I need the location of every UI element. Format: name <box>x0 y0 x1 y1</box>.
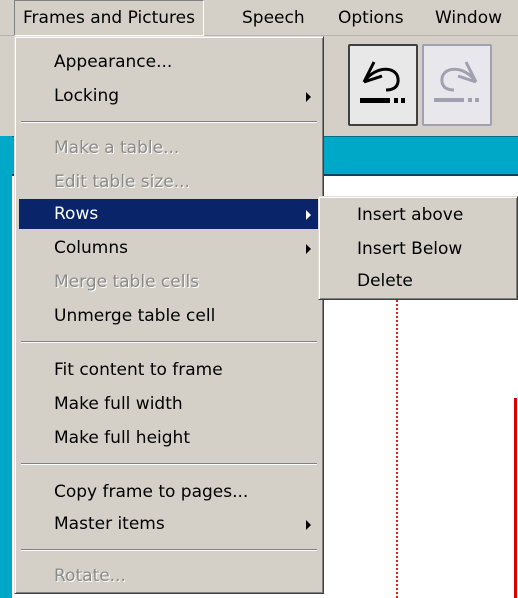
menu-window[interactable]: Window <box>427 0 510 36</box>
menu-separator <box>21 121 317 123</box>
frame-guide-dotted <box>396 300 398 598</box>
left-edge-strip <box>0 36 12 598</box>
menu-separator <box>21 341 317 343</box>
menu-item-rows[interactable]: Rows <box>19 199 319 229</box>
menu-item-appearance[interactable]: Appearance... <box>19 47 319 77</box>
menu-item-rotate: Rotate... <box>54 566 126 586</box>
menu-speech[interactable]: Speech <box>234 0 313 36</box>
menu-item-make-full-width[interactable]: Make full width <box>19 389 319 419</box>
menu-item-make-full-height[interactable]: Make full height <box>19 423 319 453</box>
undo-icon <box>360 61 405 103</box>
menu-item-make-a-table: Make a table... <box>54 138 180 158</box>
redo-button[interactable] <box>422 44 492 126</box>
menu-item-unmerge-table-cell[interactable]: Unmerge table cell <box>19 301 319 331</box>
submenu-item-delete[interactable]: Delete <box>323 265 517 297</box>
submenu-arrow-icon <box>306 520 311 530</box>
submenu-arrow-icon <box>306 210 311 220</box>
menu-separator <box>21 463 317 465</box>
frame-border-line <box>514 398 517 598</box>
undo-button[interactable] <box>348 44 418 126</box>
submenu-item-insert-below[interactable]: Insert Below <box>323 233 517 265</box>
submenu-arrow-icon <box>306 92 311 102</box>
menu-item-fit-content-to-frame[interactable]: Fit content to frame <box>19 355 319 385</box>
submenu-arrow-icon <box>306 244 311 254</box>
menu-options[interactable]: Options <box>330 0 412 36</box>
menu-item-columns[interactable]: Columns <box>19 233 319 263</box>
frames-and-pictures-menu: Appearance... Locking Make a table... Ed… <box>14 36 324 594</box>
menu-separator <box>21 549 317 551</box>
menu-item-merge-table-cells: Merge table cells <box>54 272 200 292</box>
menu-item-locking[interactable]: Locking <box>19 81 319 111</box>
rows-submenu: Insert above Insert Below Delete <box>318 196 518 300</box>
redo-icon <box>434 61 479 102</box>
submenu-item-insert-above[interactable]: Insert above <box>323 199 517 231</box>
menu-item-master-items[interactable]: Master items <box>19 509 319 539</box>
menu-item-copy-frame-to-pages[interactable]: Copy frame to pages... <box>19 477 319 507</box>
menu-bar: Frames and Pictures Speech Options Windo… <box>0 0 518 36</box>
menu-item-edit-table-size: Edit table size... <box>54 172 190 192</box>
menu-frames-and-pictures[interactable]: Frames and Pictures <box>14 0 204 36</box>
